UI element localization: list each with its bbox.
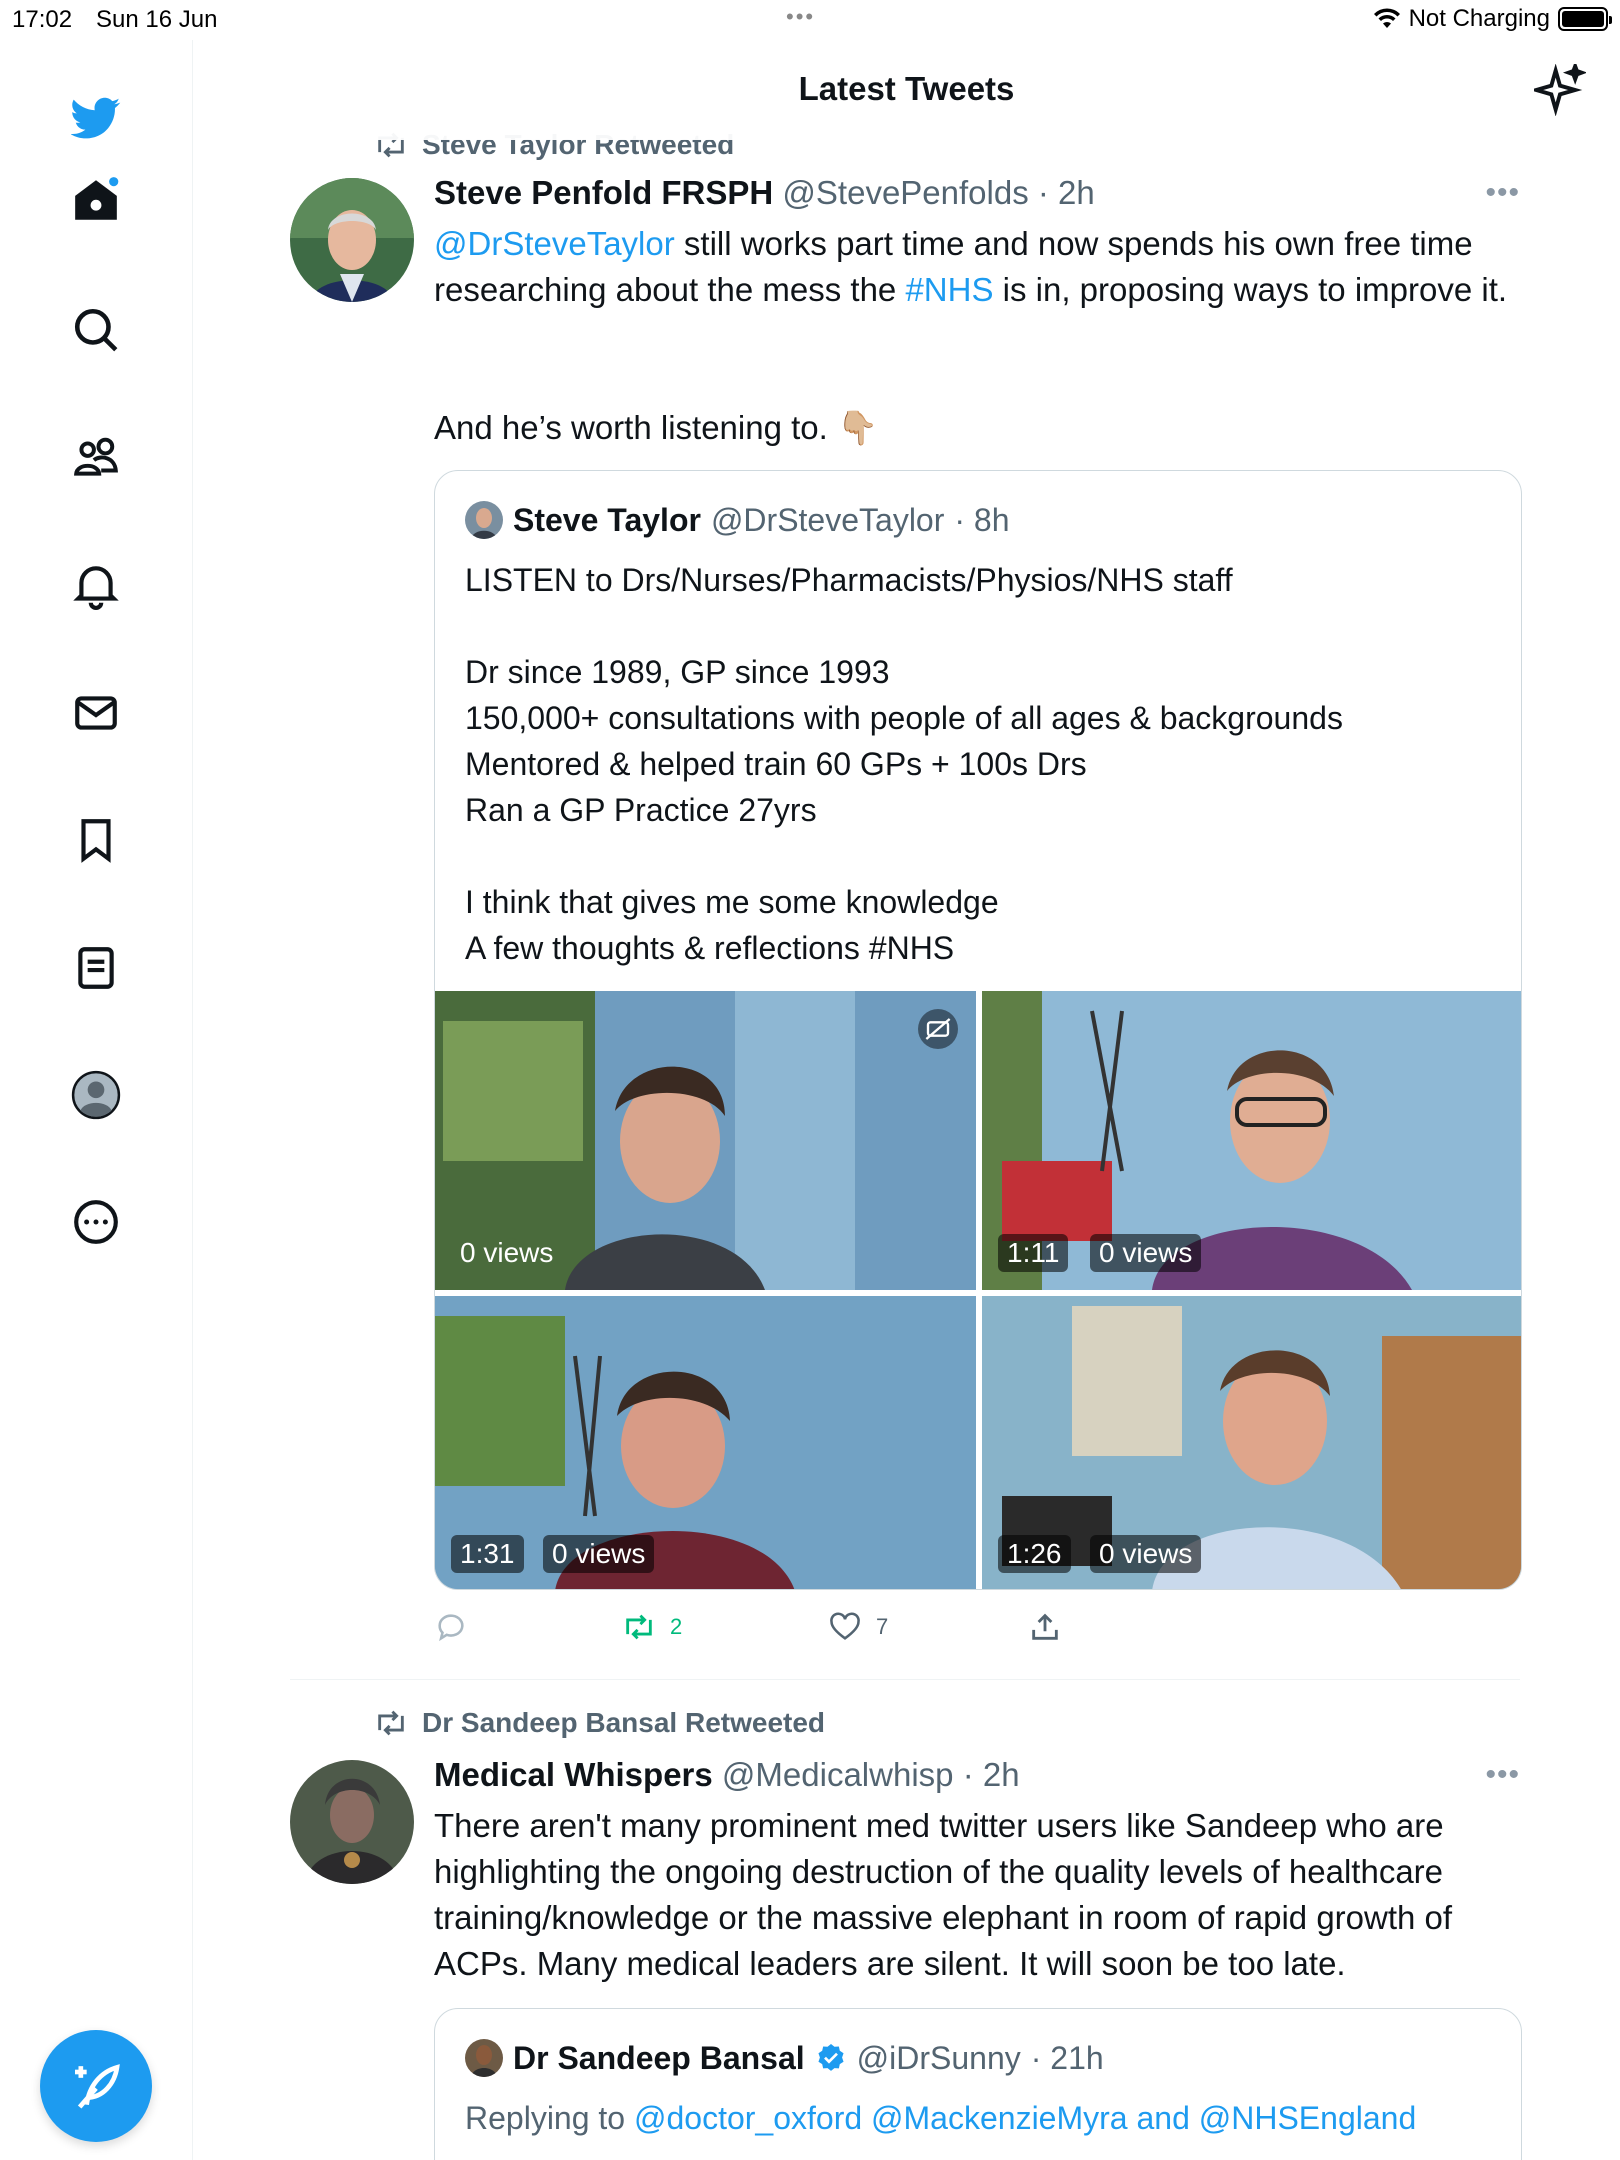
video-duration: 1:11 xyxy=(998,1234,1069,1272)
quote-author-handle: @DrSteveTaylor xyxy=(710,501,945,538)
quote-author-handle: @iDrSunny xyxy=(856,2039,1021,2076)
video-views: 0 views xyxy=(1090,1234,1202,1272)
author-handle[interactable]: @StevePenfolds xyxy=(782,174,1028,211)
author-name[interactable]: Medical Whispers xyxy=(434,1756,713,1793)
tweet-actions: 2 7 xyxy=(434,1610,1522,1650)
video-views: 0 views xyxy=(543,1535,655,1573)
compose-feather-icon xyxy=(75,2064,120,2109)
tweet-time[interactable]: · 2h xyxy=(1038,174,1095,211)
quote-header: Dr Sandeep Bansal @iDrSunny · 21h xyxy=(465,2039,1104,2077)
quoted-tweet[interactable]: Steve Taylor @DrSteveTaylor · 8h LISTEN … xyxy=(434,470,1522,1590)
tweet-text: There aren't many prominent med twitter … xyxy=(434,1807,1460,1982)
video-views: 0 views xyxy=(1090,1535,1202,1573)
quote-time: · 8h xyxy=(954,501,1010,538)
video-thumbnail[interactable]: 1:31 0 views xyxy=(435,1296,976,1589)
search-icon[interactable] xyxy=(66,300,126,360)
captions-off-icon[interactable] xyxy=(918,1009,958,1049)
verified-badge-icon xyxy=(818,2044,844,2071)
battery-icon xyxy=(1558,7,1612,31)
tweet-header: Steve Penfold FRSPH @StevePenfolds · 2h xyxy=(434,174,1095,212)
status-time: 17:02 xyxy=(12,6,73,33)
compose-tweet-button[interactable] xyxy=(40,2030,152,2142)
retweeted-by-label: Dr Sandeep Bansal Retweeted xyxy=(422,1707,826,1738)
video-duration: 1:31 xyxy=(451,1535,524,1573)
timeline-header: Latest Tweets xyxy=(193,40,1620,140)
retweet-icon xyxy=(378,1710,404,1736)
more-circle-icon[interactable] xyxy=(66,1192,126,1252)
retweet-count: 2 xyxy=(670,1614,683,1639)
wifi-icon xyxy=(1373,8,1400,28)
replying-to-links[interactable]: @doctor_oxford @MackenzieMyra and @NHSEn… xyxy=(634,2100,1416,2136)
retweet-icon xyxy=(626,1614,652,1640)
video-views: 0 views xyxy=(460,1237,554,1268)
sidebar xyxy=(0,40,193,2160)
quote-header: Steve Taylor @DrSteveTaylor · 8h xyxy=(465,501,1010,539)
video-thumbnail[interactable]: 1:11 0 views xyxy=(982,991,1521,1290)
tweet-header: Medical Whispers @Medicalwhisp · 2h xyxy=(434,1756,1020,1794)
retweet-context: Dr Sandeep Bansal Retweeted xyxy=(374,1706,825,1740)
bookmark-icon[interactable] xyxy=(66,810,126,870)
replying-to-line: Replying to @doctor_oxford @MackenzieMyr… xyxy=(465,2095,1495,2141)
reply-icon xyxy=(438,1614,464,1642)
quote-author-name: Dr Sandeep Bansal xyxy=(513,2039,805,2076)
mention-link[interactable]: @DrSteveTaylor xyxy=(434,225,675,262)
home-icon[interactable] xyxy=(66,170,126,230)
bell-icon[interactable] xyxy=(66,555,126,615)
author-handle[interactable]: @Medicalwhisp xyxy=(722,1756,954,1793)
avatar xyxy=(465,2039,503,2077)
retweet-button[interactable]: 2 xyxy=(622,1610,682,1644)
divider xyxy=(290,1679,1520,1680)
tweet-text-part: is in, proposing ways to improve it. xyxy=(993,271,1508,308)
communities-icon[interactable] xyxy=(66,428,126,488)
page-title: Latest Tweets xyxy=(798,70,1015,107)
mail-icon[interactable] xyxy=(66,683,126,743)
like-count: 7 xyxy=(876,1614,889,1639)
video-duration: 1:26 xyxy=(998,1535,1071,1573)
profile-icon[interactable] xyxy=(66,1065,126,1125)
status-bar: 17:02 Sun 16 Jun ••• Not Charging xyxy=(0,0,1620,40)
quote-author-name: Steve Taylor xyxy=(513,501,701,538)
share-icon xyxy=(1032,1613,1058,1640)
share-button[interactable] xyxy=(1028,1610,1062,1644)
replying-to-prefix: Replying to xyxy=(465,2100,634,2136)
tweet-text-line: And he’s worth listening to. 👇🏼 xyxy=(434,409,879,446)
like-button[interactable]: 7 xyxy=(828,1610,888,1644)
reply-button[interactable] xyxy=(434,1610,468,1644)
quote-text: LISTEN to Drs/Nurses/Pharmacists/Physios… xyxy=(465,562,1343,966)
multitasking-dots[interactable]: ••• xyxy=(786,4,815,30)
heart-icon xyxy=(830,1612,860,1640)
tweet-text: @DrSteveTaylor still works part time and… xyxy=(434,221,1519,313)
more-options-icon[interactable]: ••• xyxy=(1485,176,1520,210)
tweet-time[interactable]: · 2h xyxy=(963,1756,1020,1793)
status-right: Not Charging xyxy=(1373,5,1612,33)
avatar xyxy=(465,501,503,539)
author-name[interactable]: Steve Penfold FRSPH xyxy=(434,174,773,211)
more-options-icon[interactable]: ••• xyxy=(1485,1758,1520,1792)
quoted-tweet[interactable]: Dr Sandeep Bansal @iDrSunny · 21h Replyi… xyxy=(434,2008,1522,2160)
twitter-logo-icon[interactable] xyxy=(66,88,126,148)
hashtag-link[interactable]: #NHS xyxy=(905,271,993,308)
video-thumbnail[interactable]: 1:26 0 views xyxy=(982,1296,1521,1589)
list-icon[interactable] xyxy=(66,938,126,998)
video-thumbnail[interactable]: 0 views xyxy=(435,991,976,1290)
sparkle-icon[interactable] xyxy=(1534,64,1586,116)
quote-time: · 21h xyxy=(1030,2039,1104,2076)
status-date: Sun 16 Jun xyxy=(96,6,218,33)
battery-status-text: Not Charging xyxy=(1408,5,1550,32)
avatar[interactable] xyxy=(290,1760,414,1884)
avatar[interactable] xyxy=(290,178,414,302)
